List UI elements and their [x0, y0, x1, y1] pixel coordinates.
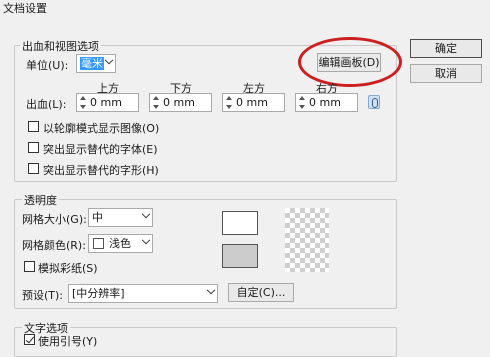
annotation-circle: [298, 37, 402, 87]
preset-select[interactable]: [中分辨率]: [68, 284, 218, 303]
grid-color-bottom-swatch[interactable]: [222, 244, 258, 268]
chevron-down-icon: [141, 209, 151, 219]
grid-color-top-swatch[interactable]: [222, 211, 258, 235]
transparency-legend: 透明度: [22, 192, 59, 208]
grid-color-label: 网格颜色(R):: [22, 239, 86, 252]
spinner-arrows-icon[interactable]: [298, 96, 306, 109]
custom-button[interactable]: 自定(C)...: [228, 283, 294, 302]
grid-color-swatch-icon: [93, 238, 104, 249]
simulate-paper-checkbox[interactable]: [24, 261, 35, 272]
link-icon[interactable]: [368, 95, 380, 109]
spinner-arrows-icon[interactable]: [225, 96, 233, 109]
bleed-label: 出血(L):: [26, 98, 67, 111]
simulate-paper-label: 模拟彩纸(S): [38, 262, 98, 275]
grid-color-select[interactable]: 浅色: [88, 234, 153, 253]
unit-select[interactable]: 毫米: [76, 54, 116, 73]
chevron-down-icon: [141, 235, 151, 245]
bleed-right-value: 0 mm: [309, 96, 341, 109]
grid-color-value: 浅色: [109, 237, 131, 250]
use-quotes-label: 使用引号(Y): [38, 335, 98, 348]
chevron-down-icon: [206, 285, 216, 295]
cancel-button[interactable]: 取消: [410, 64, 482, 83]
preset-value: [中分辨率]: [72, 287, 125, 300]
grid-size-label: 网格大小(G):: [22, 213, 87, 226]
ok-button[interactable]: 确定: [410, 39, 482, 58]
unit-label: 单位(U):: [26, 59, 69, 72]
grid-size-select[interactable]: 中: [88, 208, 153, 227]
bleed-top-value: 0 mm: [90, 96, 122, 109]
highlight-glyphs-label: 突出显示替代的字形(H): [43, 164, 159, 177]
transparency-preview: [285, 208, 329, 272]
bleed-left-value: 0 mm: [236, 96, 268, 109]
spinner-arrows-icon[interactable]: [152, 96, 160, 109]
bleed-bottom-field[interactable]: 0 mm: [149, 93, 212, 112]
chevron-down-icon: [104, 55, 114, 65]
bleed-left-field[interactable]: 0 mm: [222, 93, 285, 112]
highlight-glyphs-checkbox[interactable]: [28, 163, 39, 174]
bleed-view-options-legend: 出血和视图选项: [20, 38, 101, 54]
outline-mode-label: 以轮廓模式显示图像(O): [43, 122, 160, 135]
grid-size-value: 中: [92, 211, 103, 224]
unit-value: 毫米: [80, 57, 104, 70]
preset-label: 预设(T):: [22, 289, 64, 302]
use-quotes-checkbox[interactable]: [24, 334, 35, 345]
bleed-top-field[interactable]: 0 mm: [76, 93, 139, 112]
spinner-arrows-icon[interactable]: [79, 96, 87, 109]
bleed-bottom-value: 0 mm: [163, 96, 195, 109]
window-title: 文档设置: [3, 2, 47, 15]
bleed-right-field[interactable]: 0 mm: [295, 93, 358, 112]
outline-mode-checkbox[interactable]: [28, 121, 39, 132]
highlight-fonts-checkbox[interactable]: [28, 142, 39, 153]
highlight-fonts-label: 突出显示替代的字体(E): [43, 143, 158, 156]
